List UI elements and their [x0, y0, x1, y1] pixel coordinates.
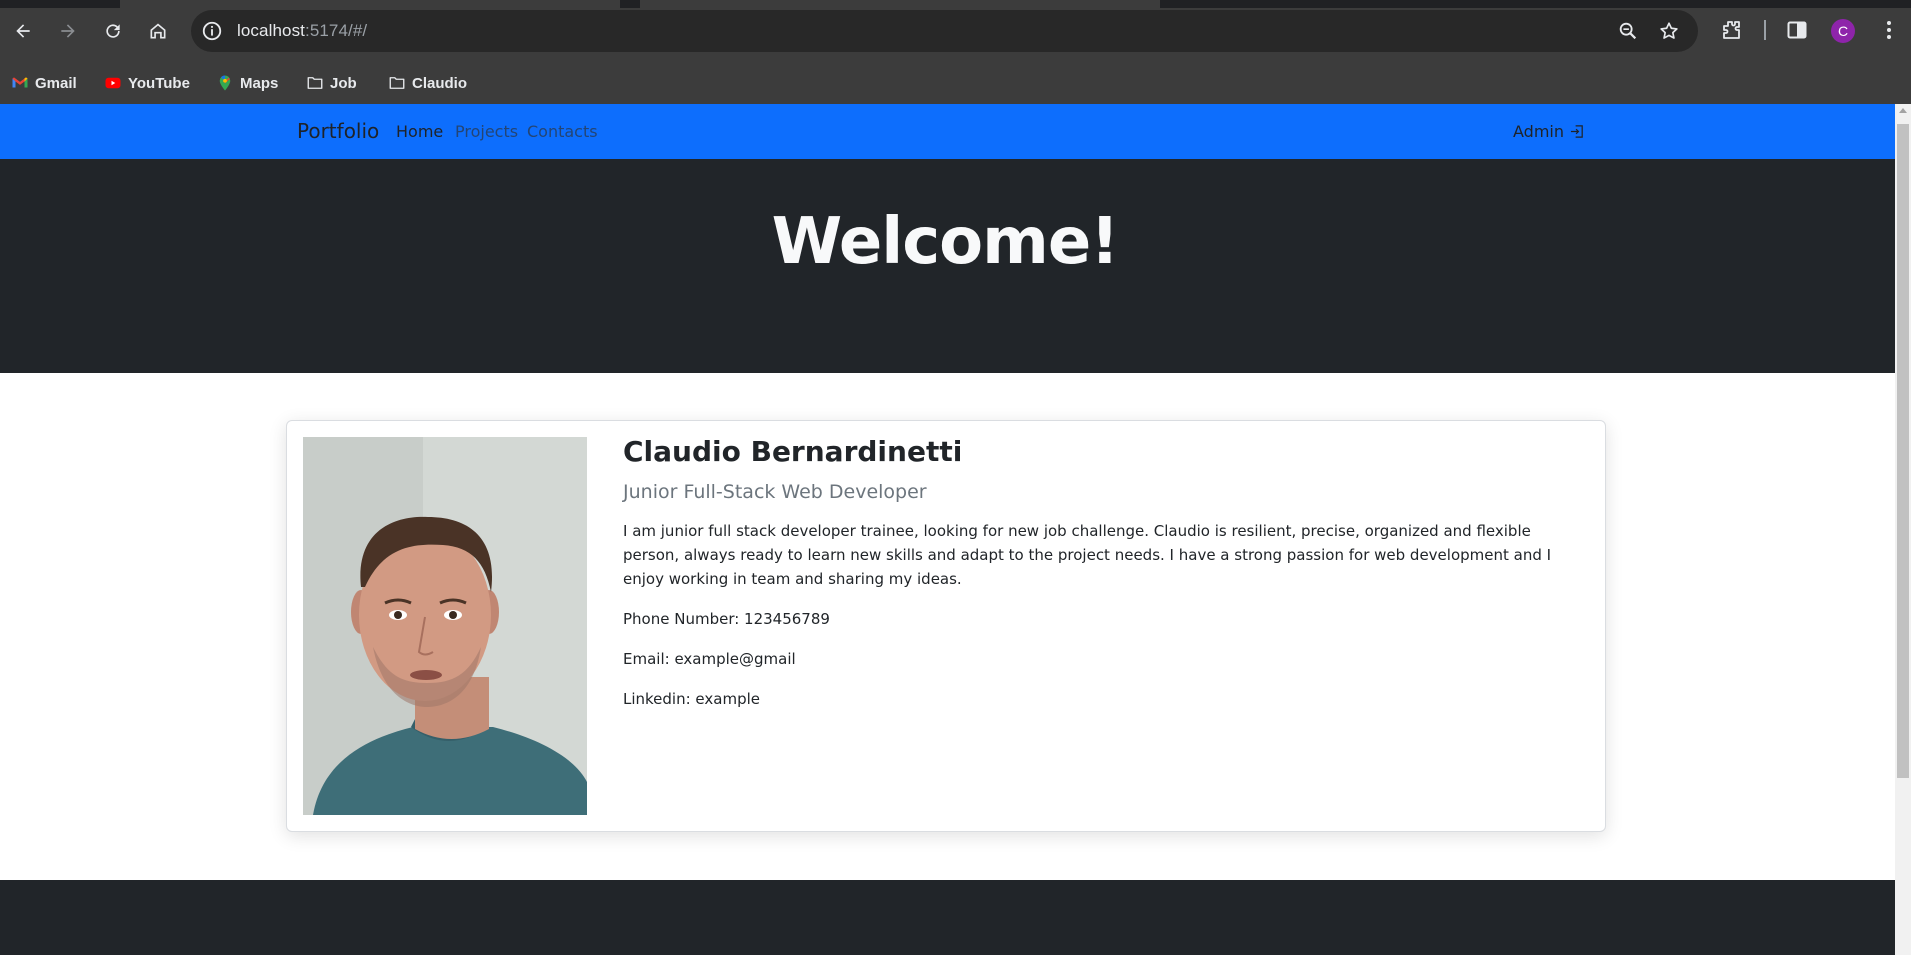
- profile-name: Claudio Bernardinetti: [623, 435, 963, 468]
- tab[interactable]: [640, 0, 1160, 8]
- nav-link-contacts[interactable]: Contacts: [527, 122, 598, 141]
- star-icon[interactable]: [1658, 20, 1680, 42]
- home-icon: [150, 23, 166, 39]
- folder-icon: [389, 77, 405, 89]
- info-icon[interactable]: [201, 20, 223, 42]
- bookmark-gmail[interactable]: Gmail: [11, 70, 77, 96]
- home-button[interactable]: [140, 13, 176, 49]
- forward-button[interactable]: [50, 13, 86, 49]
- site-navbar: Portfolio Home Projects Contacts Admin: [0, 104, 1895, 159]
- youtube-icon: [105, 77, 121, 89]
- extensions-icon[interactable]: [1719, 18, 1743, 42]
- arrow-right-icon: [61, 24, 75, 38]
- bookmark-youtube[interactable]: YouTube: [104, 70, 190, 96]
- nav-link-home[interactable]: Home: [396, 122, 443, 141]
- page-viewport: Portfolio Home Projects Contacts Admin W…: [0, 104, 1895, 955]
- bookmark-label: Maps: [240, 74, 279, 92]
- menu-kebab-icon[interactable]: [1877, 18, 1901, 42]
- address-bar[interactable]: localhost:5174/#/: [191, 10, 1698, 52]
- login-icon: [1570, 125, 1583, 138]
- profile-avatar[interactable]: C: [1831, 19, 1855, 43]
- page-footer: [0, 880, 1895, 955]
- tab[interactable]: [120, 0, 620, 8]
- nav-link-projects[interactable]: Projects: [455, 122, 518, 141]
- navbar-brand[interactable]: Portfolio: [297, 119, 379, 143]
- bookmark-folder-claudio[interactable]: Claudio: [388, 70, 467, 96]
- scroll-up-arrow-icon[interactable]: [1899, 108, 1907, 113]
- portrait-image: [303, 437, 587, 815]
- scrollbar-thumb[interactable]: [1897, 124, 1909, 778]
- url-path: :5174/#/: [305, 21, 368, 40]
- url-host: localhost: [237, 21, 305, 40]
- hero-banner: Welcome!: [0, 159, 1895, 373]
- browser-toolbar: localhost:5174/#/ C: [0, 0, 1911, 62]
- profile-card: Claudio Bernardinetti Junior Full-Stack …: [286, 420, 1606, 832]
- side-panel-icon[interactable]: [1785, 18, 1809, 42]
- bookmark-label: Gmail: [35, 74, 77, 92]
- profile-details: Claudio Bernardinetti Junior Full-Stack …: [623, 433, 1583, 711]
- profile-phone: Phone Number: 123456789: [623, 610, 830, 628]
- reload-icon: [106, 24, 120, 38]
- reload-button[interactable]: [95, 13, 131, 49]
- bookmark-maps[interactable]: Maps: [216, 70, 278, 96]
- gmail-icon: [12, 77, 28, 88]
- profile-photo: [303, 437, 587, 815]
- bookmark-label: Job: [330, 74, 357, 92]
- arrow-left-icon: [16, 24, 30, 38]
- url-text[interactable]: localhost:5174/#/: [237, 21, 367, 41]
- maps-icon: [219, 75, 231, 91]
- back-button[interactable]: [5, 13, 41, 49]
- hero-title: Welcome!: [771, 205, 1120, 279]
- admin-login-link[interactable]: Admin: [1513, 122, 1585, 141]
- admin-label: Admin: [1513, 122, 1564, 141]
- bookmark-label: Claudio: [412, 74, 467, 92]
- bookmark-folder-job[interactable]: Job: [306, 70, 357, 96]
- folder-icon: [307, 77, 323, 89]
- toolbar-separator: [1764, 20, 1766, 40]
- profile-bio: I am junior full stack developer trainee…: [623, 522, 1552, 588]
- zoom-icon[interactable]: [1617, 20, 1639, 42]
- profile-email: Email: example@gmail: [623, 650, 796, 668]
- profile-role: Junior Full-Stack Web Developer: [623, 481, 927, 503]
- bookmark-label: YouTube: [128, 74, 190, 92]
- profile-linkedin: Linkedin: example: [623, 690, 760, 708]
- bookmarks-bar: Gmail YouTube Maps Job Claudio: [0, 62, 1911, 105]
